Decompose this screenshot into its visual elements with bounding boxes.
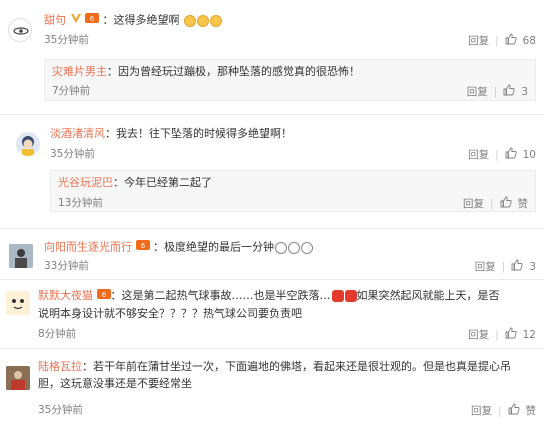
like-thumb-icon[interactable] [511, 259, 523, 275]
svg-text:6: 6 [140, 242, 145, 250]
like-thumb-icon[interactable] [505, 327, 517, 343]
reply-username[interactable]: 灾难片男主 [52, 65, 107, 78]
vip-level-icon: 6 [85, 12, 99, 29]
action-separator: | [493, 86, 498, 98]
action-separator: | [497, 405, 502, 417]
comment-time: 8分钟前 [38, 328, 77, 340]
like-thumb-icon[interactable] [508, 403, 520, 419]
divider [0, 348, 544, 349]
reply-time: 7分钟前 [52, 85, 91, 97]
comment-text-part-c: 说明本身设计就不够安全？？？？热气球公司要负责吧 [38, 306, 302, 320]
divider [0, 114, 544, 115]
svg-text:6: 6 [101, 291, 106, 299]
avatar-photo-icon [6, 366, 30, 390]
avatar[interactable] [9, 244, 33, 268]
reply-text: ：今年已经第二起了 [113, 176, 212, 189]
reply-button[interactable]: 回复 [468, 34, 489, 48]
comment-text: ：我去！往下坠落的时候得多绝望啊！ [105, 127, 292, 140]
like-thumb-icon[interactable] [503, 84, 515, 100]
avatar-cartoon-icon [6, 291, 30, 315]
reply-text: ：因为曾经玩过蹦极，那种坠落的感觉真的很恐怖！ [107, 65, 360, 78]
avatar-photo-icon [9, 244, 33, 268]
reply-button[interactable]: 回复 [468, 328, 489, 342]
like-label[interactable]: 赞 [518, 197, 529, 211]
like-count[interactable]: 10 [523, 148, 536, 162]
reply-button[interactable]: 回复 [475, 260, 496, 274]
vip-level-icon: 6 [135, 239, 150, 256]
reply-button[interactable]: 回复 [467, 85, 488, 99]
comment-text-part-a: ：若干年前在蒲甘坐过一次，下面遍地的佛塔，看起来还是很壮观的。但是也真是提心吊 [82, 360, 511, 373]
comment-text-part-a: ：这是第二起热气球事故……也是半空跌落… [110, 289, 331, 302]
comment-time: 35分钟前 [38, 404, 83, 416]
speechless-emoji-icon [288, 241, 300, 254]
gift-emoji-icon [344, 290, 357, 302]
comment-text: ：极度绝望的最后一分钟 [153, 240, 274, 254]
action-separator: | [489, 198, 494, 210]
comment-time: 33分钟前 [44, 260, 89, 272]
reply-button[interactable]: 回复 [468, 148, 489, 162]
comment-text-part-b: 如果突然起风就能上天，是否 [356, 289, 500, 302]
comment-username[interactable]: 陆格瓦拉 [38, 360, 82, 373]
speechless-emoji-icon [275, 241, 287, 254]
like-label[interactable]: 赞 [526, 404, 537, 418]
reply-time: 13分钟前 [58, 197, 103, 209]
like-count[interactable]: 12 [523, 328, 536, 342]
like-count[interactable]: 3 [521, 85, 528, 99]
avatar[interactable] [6, 366, 30, 390]
comment-time: 35分钟前 [50, 148, 95, 160]
action-separator: | [495, 149, 499, 161]
avatar[interactable] [6, 291, 30, 315]
reply-button[interactable]: 回复 [471, 404, 492, 418]
comment-text-part-b: 胆，这玩意没事还是不要经常坐 [38, 377, 192, 390]
action-separator: | [495, 35, 499, 47]
comment-username[interactable]: 甜句 [44, 14, 66, 27]
comment-text: ：这得多绝望啊 [102, 13, 180, 27]
like-thumb-icon[interactable] [505, 147, 517, 163]
divider [0, 279, 544, 280]
reply-button[interactable]: 回复 [463, 197, 484, 211]
verified-v-icon [70, 12, 82, 29]
comment-username[interactable]: 默默大夜猫 [38, 289, 93, 302]
svg-text:6: 6 [90, 15, 95, 23]
avatar[interactable] [16, 132, 40, 156]
sad-face-emoji-icon [184, 14, 196, 27]
avatar-cartoon-icon [22, 136, 34, 156]
divider [0, 228, 544, 229]
like-count[interactable]: 3 [529, 260, 536, 274]
reply-username[interactable]: 光谷玩泥巴 [58, 176, 113, 189]
comment-time: 35分钟前 [44, 34, 89, 46]
action-separator: | [495, 329, 499, 341]
gift-emoji-icon [331, 290, 344, 302]
like-thumb-icon[interactable] [500, 196, 512, 212]
like-thumb-icon[interactable] [505, 33, 517, 49]
like-count[interactable]: 68 [523, 34, 536, 48]
sad-face-emoji-icon [197, 14, 209, 27]
action-separator: | [501, 261, 506, 273]
comment-username[interactable]: 向阳而生逐光而行 [44, 241, 132, 254]
comment-username[interactable]: 淡酒渚清风 [50, 127, 105, 140]
avatar-eye-icon [13, 27, 29, 35]
sad-face-emoji-icon [210, 14, 222, 27]
vip-level-icon: 6 [96, 288, 111, 305]
speechless-emoji-icon [301, 241, 313, 254]
avatar[interactable] [8, 18, 32, 42]
